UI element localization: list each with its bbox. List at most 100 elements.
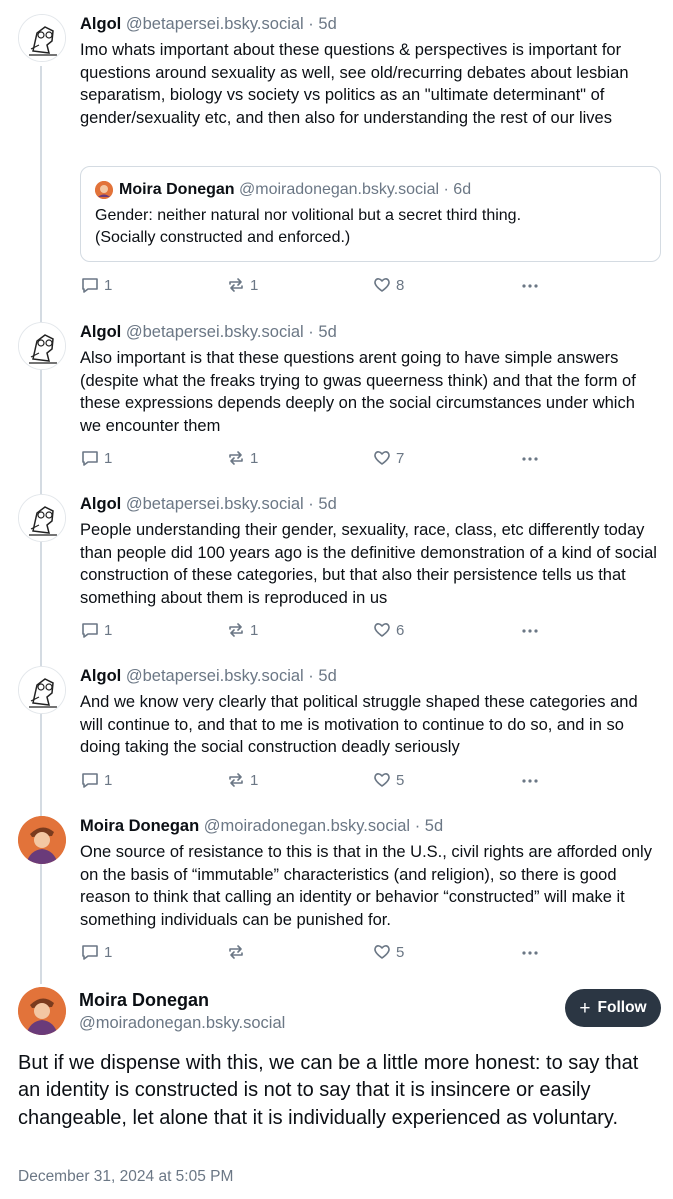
reply-icon <box>82 773 98 788</box>
avatar[interactable] <box>18 666 66 714</box>
post-header: Algol @betapersei.bsky.social · 5d <box>80 13 658 35</box>
thread-line <box>40 542 42 666</box>
author-name[interactable]: Algol <box>80 667 121 685</box>
author-name[interactable]: Moira Donegan <box>80 817 199 835</box>
author-name[interactable]: Algol <box>80 323 121 341</box>
more-button[interactable] <box>520 448 540 468</box>
post-actions: 1 1 7 <box>80 448 550 472</box>
like-button[interactable]: 7 <box>372 448 404 468</box>
like-count: 7 <box>396 449 405 467</box>
like-button[interactable]: 5 <box>372 942 404 962</box>
reply-count: 1 <box>104 943 113 961</box>
repost-count: 1 <box>250 449 259 467</box>
more-icon <box>522 457 538 461</box>
more-button[interactable] <box>520 620 540 640</box>
reply-button[interactable]: 1 <box>80 620 112 640</box>
repost-button[interactable]: 1 <box>226 448 258 468</box>
like-button[interactable]: 5 <box>372 770 404 790</box>
like-count: 5 <box>396 943 405 961</box>
author-handle[interactable]: @betapersei.bsky.social <box>126 15 304 33</box>
quote-time: 6d <box>453 181 472 198</box>
heart-icon <box>374 773 390 787</box>
heart-icon <box>374 623 390 637</box>
author-handle[interactable]: @betapersei.bsky.social <box>126 667 304 685</box>
more-button[interactable] <box>520 275 540 295</box>
repost-button[interactable]: 1 <box>226 275 258 295</box>
author-handle[interactable]: @moiradonegan.bsky.social <box>79 1014 285 1033</box>
repost-icon <box>229 278 243 292</box>
plus-icon: + <box>579 997 591 1019</box>
follow-label: Follow <box>597 999 647 1016</box>
repost-button[interactable]: 1 <box>226 620 258 640</box>
separator: · <box>308 667 314 685</box>
author-handle[interactable]: @betapersei.bsky.social <box>126 323 304 341</box>
post-text: People understanding their gender, sexua… <box>80 521 657 607</box>
repost-icon <box>229 773 243 787</box>
post-time[interactable]: 5d <box>318 323 336 341</box>
quote-text-line: (Socially constructed and enforced.) <box>95 229 351 246</box>
author-name[interactable]: Algol <box>80 15 121 33</box>
post-time[interactable]: 5d <box>318 495 336 513</box>
thread-line <box>40 66 42 322</box>
more-icon <box>522 629 538 633</box>
post-text: And we know very clearly that political … <box>80 693 638 757</box>
reply-button[interactable]: 1 <box>80 942 112 962</box>
post-time[interactable]: 5d <box>318 667 336 685</box>
post-time[interactable]: 5d <box>318 15 336 33</box>
thread-line <box>40 864 42 984</box>
like-button[interactable]: 8 <box>372 275 404 295</box>
heart-icon <box>374 451 390 465</box>
separator: · <box>414 817 421 835</box>
quote-text: Gender: neither natural nor volitional b… <box>95 205 646 249</box>
post-header: Algol @betapersei.bsky.social · 5d <box>80 321 658 343</box>
post-text: But if we dispense with this, we can be … <box>18 1052 639 1129</box>
post-text: Also important is that these questions a… <box>80 349 636 435</box>
post-actions: 1 1 8 <box>80 275 550 299</box>
post-actions: 1 5 <box>80 942 550 966</box>
avatar[interactable] <box>18 816 66 864</box>
avatar[interactable] <box>18 322 66 370</box>
author-handle[interactable]: @moiradonegan.bsky.social <box>204 817 410 835</box>
separator: · <box>308 323 314 341</box>
repost-icon <box>229 451 243 465</box>
like-button[interactable]: 6 <box>372 620 404 640</box>
author-name[interactable]: Algol <box>80 495 121 513</box>
more-icon <box>522 951 538 955</box>
more-icon <box>522 779 538 783</box>
repost-button[interactable]: 1 <box>226 770 258 790</box>
repost-button[interactable] <box>226 942 250 962</box>
more-icon <box>522 284 538 288</box>
post-header: Moira Donegan @moiradonegan.bsky.social … <box>80 815 658 837</box>
author-name[interactable]: Moira Donegan <box>79 990 209 1011</box>
separator: · <box>308 15 314 33</box>
post-header: Algol @betapersei.bsky.social · 5d <box>80 665 658 687</box>
more-button[interactable] <box>520 770 540 790</box>
repost-icon <box>229 623 243 637</box>
post-time[interactable]: 5d <box>425 817 443 835</box>
reply-icon <box>82 278 98 293</box>
quote-avatar <box>95 181 113 199</box>
repost-icon <box>229 945 243 959</box>
follow-button[interactable]: + Follow <box>565 989 661 1027</box>
post-text: Imo whats important about these question… <box>80 41 629 127</box>
reply-button[interactable]: 1 <box>80 275 112 295</box>
author-handle[interactable]: @betapersei.bsky.social <box>126 495 304 513</box>
reply-count: 1 <box>104 621 113 639</box>
separator: · <box>443 181 449 198</box>
post-text: One source of resistance to this is that… <box>80 843 652 929</box>
more-button[interactable] <box>520 942 540 962</box>
reply-button[interactable]: 1 <box>80 770 112 790</box>
reply-icon <box>82 451 98 466</box>
thread-line <box>40 370 42 494</box>
avatar[interactable] <box>18 494 66 542</box>
avatar[interactable] <box>18 14 66 62</box>
repost-count: 1 <box>250 276 259 294</box>
quote-handle: @moiradonegan.bsky.social <box>239 181 440 198</box>
post-timestamp: December 31, 2024 at 5:05 PM <box>18 1168 234 1185</box>
post-header: Algol @betapersei.bsky.social · 5d <box>80 493 658 515</box>
post-actions: 1 1 5 <box>80 770 550 794</box>
like-count: 5 <box>396 771 405 789</box>
reply-button[interactable]: 1 <box>80 448 112 468</box>
quoted-post[interactable]: Moira Donegan @moiradonegan.bsky.social … <box>80 166 661 262</box>
avatar[interactable] <box>18 987 66 1035</box>
